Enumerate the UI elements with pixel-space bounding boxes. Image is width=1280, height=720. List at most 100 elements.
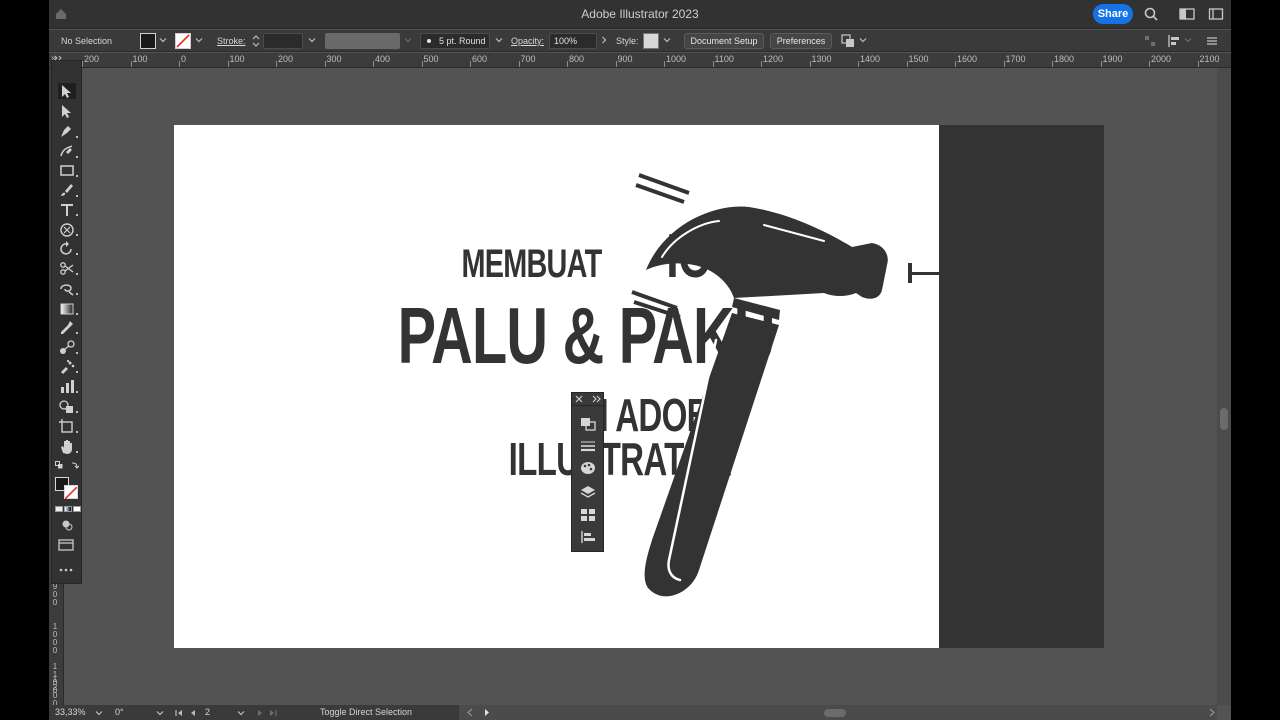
ruler-tick-label: 2100: [1199, 54, 1220, 64]
artboard[interactable]: MEMBUAT ICON PALU & PAKU DI ADOBE ILLUST…: [174, 125, 939, 648]
first-artboard-icon[interactable]: [175, 709, 183, 717]
eyedropper-tool-icon[interactable]: [58, 319, 76, 335]
chevron-down-icon[interactable]: [156, 709, 164, 717]
edit-toolbar-icon[interactable]: [58, 567, 74, 573]
stroke-swatch[interactable]: [175, 33, 191, 49]
selection-tool-icon[interactable]: [58, 83, 76, 99]
tool-group-indicator: [76, 136, 78, 138]
swap-colors-icon[interactable]: [70, 461, 79, 470]
fill-swatch[interactable]: [140, 33, 156, 49]
chevron-down-icon[interactable]: [308, 36, 316, 44]
chevron-down-icon[interactable]: [663, 36, 671, 44]
ruler-tick-label: 900: [617, 54, 633, 64]
stepper-icon[interactable]: [252, 34, 260, 48]
chevron-down-icon[interactable]: [859, 36, 867, 44]
chevron-down-icon[interactable]: [404, 36, 412, 44]
ruler-tick-label: 1200: [763, 54, 784, 64]
graphic-style-swatch[interactable]: [643, 33, 659, 49]
paintbrush-tool-icon[interactable]: [58, 182, 76, 198]
scissors-tool-icon[interactable]: [58, 260, 76, 276]
stroke-label[interactable]: Stroke:: [217, 30, 246, 52]
arrange-objects-icon[interactable]: [841, 34, 855, 48]
expand-panels-icon[interactable]: [592, 395, 601, 403]
search-icon[interactable]: [1143, 6, 1159, 22]
preferences-button[interactable]: Preferences: [770, 33, 832, 49]
stroke-panel-icon[interactable]: [580, 439, 596, 453]
draw-mode-icon[interactable]: [61, 519, 73, 531]
control-bar: No Selection Stroke: 5 pt. Round Opacity…: [49, 30, 1231, 52]
blend-tool-icon[interactable]: [58, 339, 76, 355]
direct-selection-tool-icon[interactable]: [58, 103, 76, 119]
color-mode-icon[interactable]: [55, 506, 63, 512]
collapse-toolbar-icon[interactable]: [54, 55, 64, 61]
chevron-down-icon[interactable]: [195, 36, 203, 44]
pathfinder-icon[interactable]: [580, 417, 596, 431]
vertical-scroll-thumb[interactable]: [1220, 408, 1228, 430]
scroll-right-icon[interactable]: [1209, 708, 1215, 717]
no-stroke-icon: [64, 486, 78, 500]
close-icon[interactable]: [575, 395, 583, 403]
gradient-tool-icon[interactable]: [58, 300, 76, 316]
ruler-tick-label: 800: [569, 54, 585, 64]
scroll-left-icon[interactable]: [467, 708, 473, 717]
share-button[interactable]: Share: [1093, 4, 1133, 24]
pen-tool-icon[interactable]: [58, 123, 76, 139]
ruler-tick-label: 0: [181, 54, 187, 64]
horizontal-ruler[interactable]: 200 100 0 100 200 300 400 500 600 700 800 900 1000 11…: [49, 53, 1231, 68]
graph-tool-icon[interactable]: [58, 378, 76, 394]
shaper-tool-icon[interactable]: [58, 221, 76, 237]
hand-tool-icon[interactable]: [58, 438, 76, 454]
curvature-tool-icon[interactable]: [58, 143, 76, 159]
opacity-field[interactable]: 100%: [549, 33, 597, 49]
ruler-tick-label: 900: [52, 582, 58, 607]
stroke-weight-field[interactable]: [263, 33, 303, 49]
chevron-down-icon[interactable]: [1184, 36, 1192, 44]
status-menu-arrow-icon[interactable]: [484, 708, 490, 717]
chevron-down-icon[interactable]: [159, 36, 167, 44]
horizontal-scroll-thumb[interactable]: [824, 709, 846, 717]
ruler-tick-label: 700: [520, 54, 536, 64]
panel-menu-icon[interactable]: [1206, 35, 1218, 47]
layers-icon[interactable]: [580, 485, 596, 499]
none-mode-icon[interactable]: [73, 506, 81, 512]
opacity-label[interactable]: Opacity:: [511, 30, 544, 52]
rectangle-tool-icon[interactable]: [58, 162, 76, 178]
tool-group-indicator: [76, 175, 78, 177]
hammer-illustration[interactable]: [614, 165, 939, 605]
type-tool-icon[interactable]: [58, 201, 76, 217]
shape-builder-tool-icon[interactable]: [58, 398, 76, 414]
artboard-tool-icon[interactable]: [58, 418, 76, 434]
next-artboard-icon[interactable]: [256, 709, 264, 717]
ruler-tick-label: 1100: [714, 54, 734, 64]
document-setup-button[interactable]: Document Setup: [684, 33, 764, 49]
transform-icon[interactable]: [1144, 35, 1156, 47]
arrange-documents-icon[interactable]: [1179, 6, 1195, 22]
chevron-down-icon[interactable]: [95, 709, 103, 717]
last-artboard-icon[interactable]: [269, 709, 277, 717]
rotation-value[interactable]: 0°: [115, 705, 124, 720]
stroke-color-swatch[interactable]: [64, 485, 78, 500]
headline-membuat[interactable]: MEMBUAT: [461, 243, 602, 285]
align-icon[interactable]: [1167, 34, 1181, 48]
chevron-right-icon[interactable]: [600, 36, 608, 44]
horizontal-scrollbar[interactable]: [459, 705, 1217, 720]
previous-artboard-icon[interactable]: [189, 709, 197, 717]
variable-width-profile[interactable]: [325, 33, 400, 49]
align-panel-icon[interactable]: [580, 530, 596, 544]
warp-tool-icon[interactable]: [58, 280, 76, 296]
ruler-tick-label: 600: [472, 54, 488, 64]
artboard-number[interactable]: 2: [205, 705, 210, 720]
zoom-level[interactable]: 33,33%: [55, 705, 86, 720]
symbol-sprayer-tool-icon[interactable]: [58, 358, 76, 374]
gradient-mode-icon[interactable]: [64, 506, 72, 512]
artboards-panel-icon[interactable]: [580, 508, 596, 522]
chevron-down-icon[interactable]: [237, 709, 245, 717]
screen-mode-icon[interactable]: [58, 538, 74, 552]
ruler-tick-label: 1000: [666, 54, 687, 64]
vertical-scrollbar[interactable]: [1217, 68, 1231, 705]
color-palette-icon[interactable]: [580, 461, 596, 475]
chevron-down-icon[interactable]: [495, 36, 503, 44]
rotate-tool-icon[interactable]: [58, 240, 76, 256]
default-colors-icon[interactable]: [55, 461, 63, 469]
workspace-switcher-icon[interactable]: [1208, 6, 1224, 22]
